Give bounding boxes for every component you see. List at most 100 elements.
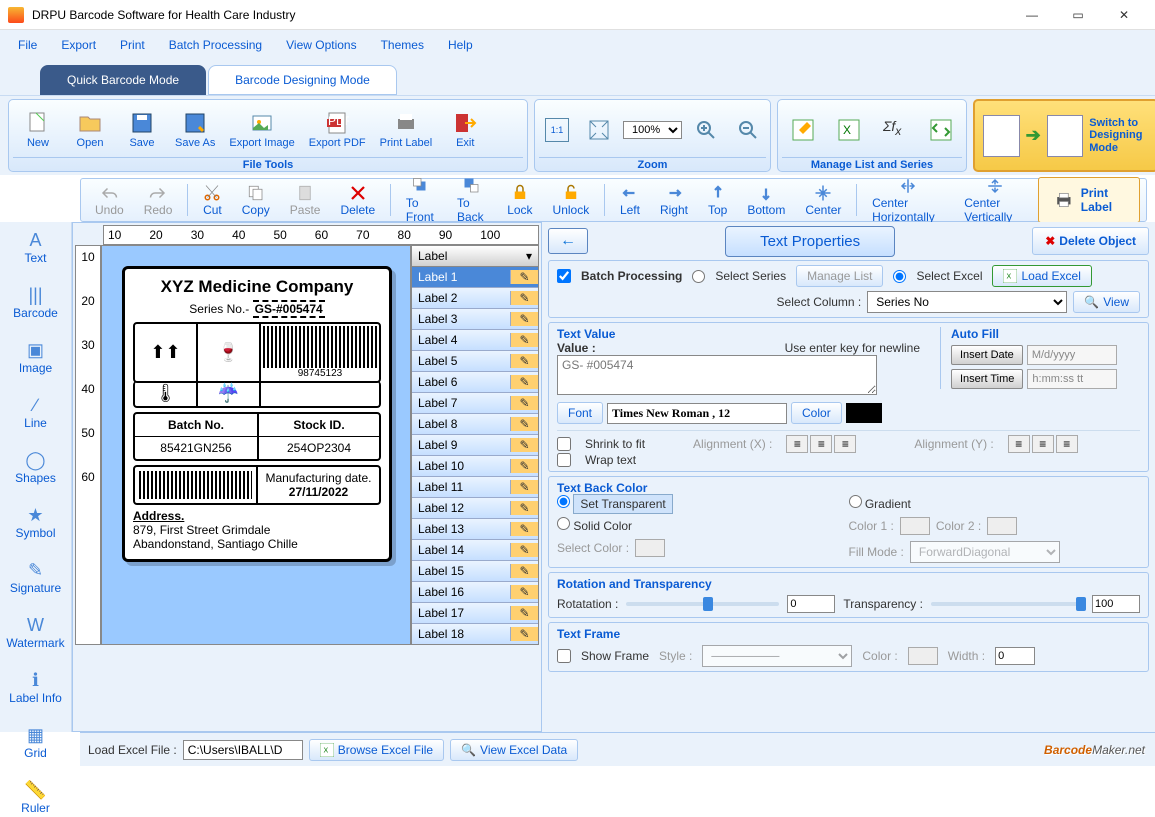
exit-button[interactable]: Exit [440,102,490,157]
label-list-item[interactable]: Label 9✎ [412,435,538,456]
frame-color[interactable] [908,647,938,665]
menu-print[interactable]: Print [110,34,155,56]
close-button[interactable]: ✕ [1101,0,1147,30]
pencil-icon[interactable]: ✎ [510,459,538,473]
label-list-item[interactable]: Label 6✎ [412,372,538,393]
saveas-button[interactable]: Save As [169,102,221,157]
pencil-icon[interactable]: ✎ [510,522,538,536]
list-refresh-button[interactable] [923,102,959,157]
pencil-icon[interactable]: ✎ [510,291,538,305]
label-list-item[interactable]: Label 5✎ [412,351,538,372]
pencil-icon[interactable]: ✎ [510,354,538,368]
label-list-item[interactable]: Label 2✎ [412,288,538,309]
align-left-button[interactable]: Left [612,182,648,219]
tab-design-mode[interactable]: Barcode Designing Mode [208,65,397,95]
fit-1-1-button[interactable]: 1:1 [539,102,575,157]
center-v-button[interactable]: Center Vertically [956,175,1034,226]
menu-file[interactable]: File [8,34,47,56]
pencil-icon[interactable]: ✎ [510,396,538,410]
cut-button[interactable]: Cut [195,182,230,219]
tab-quick-mode[interactable]: Quick Barcode Mode [40,65,206,95]
align-right-button[interactable]: Right [652,182,696,219]
tool-label-info[interactable]: ℹLabel Info [7,668,64,707]
align-bottom-button[interactable]: Bottom [739,182,793,219]
tool-symbol[interactable]: ★Symbol [13,503,57,542]
redo-button[interactable]: Redo [136,182,181,219]
tool-shapes[interactable]: ◯Shapes [13,448,58,487]
label-list-item[interactable]: Label 11✎ [412,477,538,498]
text-value-input[interactable] [557,355,877,395]
label-list-item[interactable]: Label 18✎ [412,624,538,645]
rotation-slider[interactable] [626,602,779,606]
font-button[interactable]: Font [557,402,603,424]
exportpdf-button[interactable]: PDFExport PDF [303,102,372,157]
paste-button[interactable]: Paste [282,182,329,219]
transparent-radio[interactable] [557,495,570,508]
pencil-icon[interactable]: ✎ [510,543,538,557]
undo-button[interactable]: Undo [87,182,132,219]
select-column-dropdown[interactable]: Series No [867,291,1067,313]
save-button[interactable]: Save [117,102,167,157]
gradient-radio[interactable] [849,495,862,508]
delete-object-button[interactable]: ✖Delete Object [1032,227,1149,255]
label-list-item[interactable]: Label 12✎ [412,498,538,519]
menu-export[interactable]: Export [51,34,106,56]
view-excel-button[interactable]: 🔍View Excel Data [450,739,578,761]
minimize-button[interactable]: — [1009,0,1055,30]
showframe-checkbox[interactable] [557,649,571,663]
solid-radio[interactable] [557,517,570,530]
pencil-icon[interactable]: ✎ [510,564,538,578]
list-excel-button[interactable]: X [831,102,867,157]
list-edit-button[interactable] [785,102,821,157]
copy-button[interactable]: Copy [234,182,278,219]
time-format[interactable]: h:mm:ss tt [1027,369,1117,389]
tool-line[interactable]: ∕Line [22,393,49,432]
date-format[interactable]: M/d/yyyy [1027,345,1117,365]
lock-button[interactable]: Lock [499,182,540,219]
wrap-checkbox[interactable] [557,453,571,467]
align-y-buttons[interactable]: ≡≡≡ [1008,435,1078,453]
new-button[interactable]: New [13,102,63,157]
menu-help[interactable]: Help [438,34,483,56]
zoom-select[interactable]: 100% [623,121,682,139]
label-list-item[interactable]: Label 8✎ [412,414,538,435]
label-list-item[interactable]: Label 1✎ [412,267,538,288]
pencil-icon[interactable]: ✎ [510,270,538,284]
align-x-buttons[interactable]: ≡≡≡ [786,435,856,453]
switch-mode-button[interactable]: ➔ Switch to Designing Mode [973,99,1155,172]
label-list-item[interactable]: Label 3✎ [412,309,538,330]
pencil-icon[interactable]: ✎ [510,375,538,389]
shrink-checkbox[interactable] [557,437,571,451]
rotation-value[interactable] [787,595,835,613]
menu-view[interactable]: View Options [276,34,366,56]
exportimg-button[interactable]: Export Image [223,102,300,157]
transparency-value[interactable] [1092,595,1140,613]
tool-ruler[interactable]: 📏Ruler [19,778,52,817]
tofront-button[interactable]: To Front [398,175,445,226]
center-h-button[interactable]: Center Horizontally [864,175,952,226]
frame-width[interactable] [995,647,1035,665]
color-swatch[interactable] [846,403,882,423]
label-series-value[interactable]: GS-#005474 [253,300,325,318]
pencil-icon[interactable]: ✎ [510,627,538,641]
label-list-item[interactable]: Label 15✎ [412,561,538,582]
menu-batch[interactable]: Batch Processing [159,34,272,56]
browse-excel-button[interactable]: XBrowse Excel File [309,739,444,761]
label-list-item[interactable]: Label 7✎ [412,393,538,414]
load-excel-button[interactable]: XLoad Excel [992,265,1091,287]
pencil-icon[interactable]: ✎ [510,480,538,494]
view-column-button[interactable]: 🔍View [1073,291,1140,313]
open-button[interactable]: Open [65,102,115,157]
pencil-icon[interactable]: ✎ [510,438,538,452]
design-canvas[interactable]: XYZ Medicine Company Series No.- GS-#005… [101,245,411,645]
toback-button[interactable]: To Back [449,175,495,226]
insert-date-button[interactable]: Insert Date [951,345,1023,365]
pencil-icon[interactable]: ✎ [510,417,538,431]
insert-time-button[interactable]: Insert Time [951,369,1023,389]
label-list-item[interactable]: Label 10✎ [412,456,538,477]
print-label-button[interactable]: Print Label [1038,177,1140,223]
transparency-slider[interactable] [931,602,1084,606]
pencil-icon[interactable]: ✎ [510,312,538,326]
grad-color1[interactable] [900,517,930,535]
label-list-item[interactable]: Label 16✎ [412,582,538,603]
